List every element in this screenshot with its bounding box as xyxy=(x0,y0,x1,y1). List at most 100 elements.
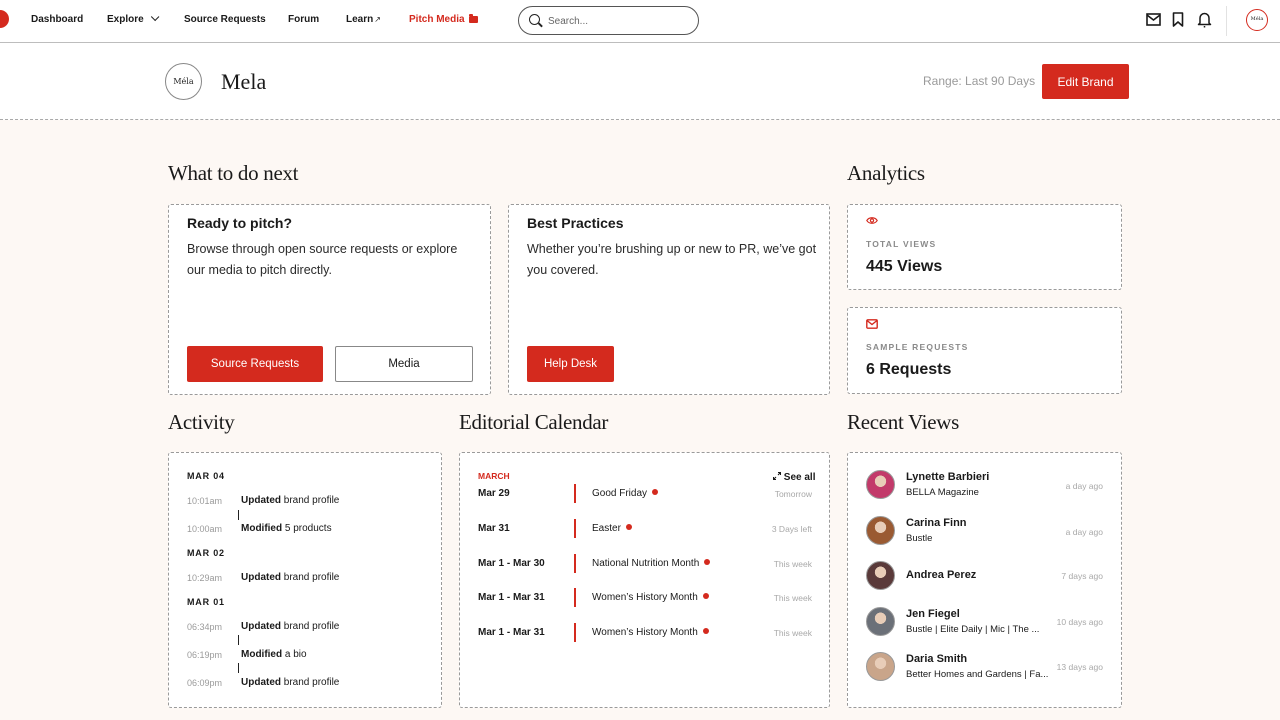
card-description: Browse through open source requests or e… xyxy=(187,242,458,277)
nav-dashboard-label: Dashboard xyxy=(31,14,84,25)
activity-time: 10:01am xyxy=(187,496,223,506)
activity-object: a bio xyxy=(284,649,307,660)
nav-source-requests[interactable]: Source Requests xyxy=(184,14,266,25)
activity-entry: Updated brand profile xyxy=(241,677,339,688)
timeline-connector xyxy=(238,635,239,645)
bookmark-icon[interactable] xyxy=(1172,12,1184,27)
activity-object: brand profile xyxy=(283,572,340,583)
avatar[interactable] xyxy=(866,516,895,545)
activity-action: Updated xyxy=(241,621,281,632)
activity-time: 10:29am xyxy=(187,573,223,583)
event-date: Mar 31 xyxy=(478,523,510,534)
timeline-connector xyxy=(238,663,239,673)
activity-action: Updated xyxy=(241,677,281,688)
activity-entry: Updated brand profile xyxy=(241,495,339,506)
best-practices-card: Best Practices Whether you’re brushing u… xyxy=(508,204,830,395)
viewer-name[interactable]: Carina Finn xyxy=(906,517,967,529)
event-when: Tomorrow xyxy=(774,489,812,499)
stat-label: TOTAL VIEWS xyxy=(866,239,937,249)
activity-action: Updated xyxy=(241,572,281,583)
timeline-connector xyxy=(238,510,239,520)
media-button[interactable]: Media xyxy=(335,346,473,382)
viewed-when: 10 days ago xyxy=(1056,617,1103,627)
activity-entry: Modified a bio xyxy=(241,649,307,660)
activity-date: MAR 04 xyxy=(187,471,225,481)
viewed-when: a day ago xyxy=(1065,527,1103,537)
source-requests-button[interactable]: Source Requests xyxy=(187,346,323,382)
calendar-event[interactable]: Easter xyxy=(592,523,632,534)
user-avatar[interactable]: Méla xyxy=(1246,9,1268,31)
nav-explore[interactable]: Explore xyxy=(107,12,160,25)
search-input[interactable] xyxy=(548,13,688,29)
activity-entry: Updated brand profile xyxy=(241,572,339,583)
sample-requests-card: SAMPLE REQUESTS 6 Requests xyxy=(847,307,1122,394)
activity-time: 10:00am xyxy=(187,524,223,534)
activity-entry: Updated brand profile xyxy=(241,621,339,632)
viewer-name[interactable]: Andrea Perez xyxy=(906,569,976,581)
activity-object: brand profile xyxy=(283,495,340,506)
nav-pitch-media-label: Pitch Media xyxy=(409,14,465,25)
search-box[interactable] xyxy=(518,6,699,35)
mail-icon[interactable] xyxy=(1146,13,1161,26)
nav-dashboard[interactable]: Dashboard xyxy=(31,14,83,25)
bell-icon[interactable] xyxy=(1197,11,1212,28)
avatar[interactable] xyxy=(866,607,895,636)
help-desk-button[interactable]: Help Desk xyxy=(527,346,614,382)
event-dot-icon xyxy=(702,628,709,634)
avatar[interactable] xyxy=(866,561,895,590)
event-name: Women’s History Month xyxy=(592,627,698,638)
see-all-label: See all xyxy=(783,472,816,483)
see-all-link[interactable]: See all xyxy=(772,471,816,483)
activity-entry: Modified 5 products xyxy=(241,523,332,534)
nav-forum-label: Forum xyxy=(288,14,320,25)
event-date: Mar 1 - Mar 31 xyxy=(478,592,545,603)
activity-action: Updated xyxy=(241,495,281,506)
viewer-name[interactable]: Lynette Barbieri xyxy=(906,471,989,483)
nav-pitch-media[interactable]: Pitch Media xyxy=(409,13,478,25)
editorial-calendar-title: Editorial Calendar xyxy=(459,410,609,434)
event-name: Good Friday xyxy=(592,488,648,499)
expand-icon xyxy=(772,471,782,481)
calendar-month: MARCH xyxy=(478,471,510,481)
event-dot-icon xyxy=(702,593,709,599)
nav-divider xyxy=(1226,6,1227,36)
viewer-name[interactable]: Daria Smith xyxy=(906,653,967,665)
nav-forum[interactable]: Forum xyxy=(288,14,319,25)
eye-icon xyxy=(866,217,878,224)
event-name: Easter xyxy=(592,523,621,534)
calendar-event[interactable]: Women’s History Month xyxy=(592,592,709,603)
event-date: Mar 1 - Mar 31 xyxy=(478,627,545,638)
activity-action: Modified xyxy=(241,649,283,660)
event-divider xyxy=(574,554,576,573)
activity-action: Modified xyxy=(241,523,283,534)
event-when: 3 Days left xyxy=(771,524,812,534)
event-dot-icon xyxy=(704,559,711,565)
viewer-org: Bustle xyxy=(906,533,933,544)
event-divider xyxy=(574,623,576,642)
viewer-name[interactable]: Jen Fiegel xyxy=(906,608,960,620)
event-when: This week xyxy=(773,628,812,638)
calendar-event[interactable]: Good Friday xyxy=(592,488,659,499)
viewed-when: 13 days ago xyxy=(1056,662,1103,672)
top-navigation: Dashboard Explore Source Requests Forum … xyxy=(0,0,1280,43)
activity-object: brand profile xyxy=(283,621,340,632)
calendar-event[interactable]: Women’s History Month xyxy=(592,627,709,638)
folder-icon xyxy=(468,13,478,23)
range-label[interactable]: Range: Last 90 Days xyxy=(923,74,1035,88)
viewed-when: a day ago xyxy=(1065,481,1103,491)
recent-views-card: Lynette Barbieri BELLA Magazine a day ag… xyxy=(847,452,1122,708)
search-icon xyxy=(529,14,540,25)
nav-explore-label: Explore xyxy=(107,14,144,25)
edit-brand-button[interactable]: Edit Brand xyxy=(1042,64,1129,99)
viewer-org: BELLA Magazine xyxy=(906,487,979,498)
avatar[interactable] xyxy=(866,470,895,499)
app-logo[interactable] xyxy=(0,10,9,28)
avatar[interactable] xyxy=(866,652,895,681)
stat-value: 6 Requests xyxy=(866,361,952,378)
calendar-event[interactable]: National Nutrition Month xyxy=(592,558,711,569)
nav-learn[interactable]: Learn↗ xyxy=(346,14,381,25)
activity-date: MAR 01 xyxy=(187,597,225,607)
viewed-when: 7 days ago xyxy=(1061,571,1103,581)
recent-views-title: Recent Views xyxy=(847,410,959,434)
event-dot-icon xyxy=(625,524,632,530)
